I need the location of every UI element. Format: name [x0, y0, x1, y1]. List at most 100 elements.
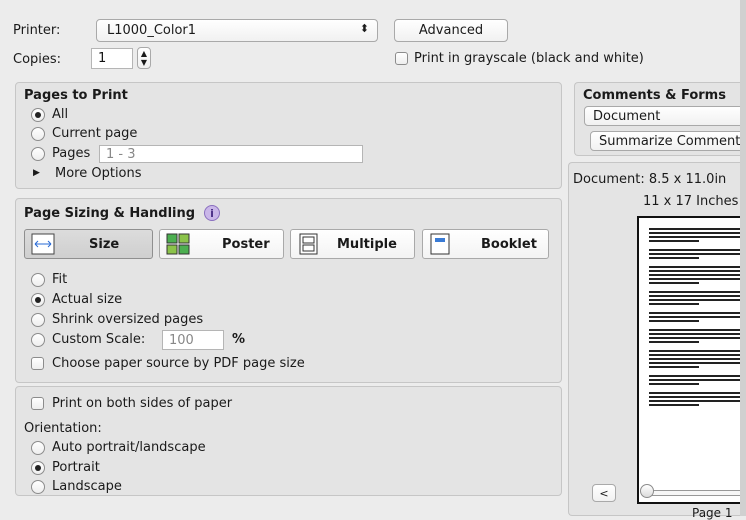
fit-radio[interactable]	[31, 273, 45, 287]
document-line	[649, 240, 699, 242]
pages-current-label: Current page	[52, 126, 138, 141]
document-line	[649, 358, 746, 360]
window-right-edge	[740, 0, 746, 516]
stepper-down-icon: ▼	[140, 58, 148, 67]
portrait-label: Portrait	[52, 460, 100, 475]
document-line	[649, 270, 746, 272]
grayscale-checkbox[interactable]	[395, 52, 408, 65]
document-line	[649, 316, 746, 318]
pages-all-label: All	[52, 107, 69, 122]
tab-poster-label: Poster	[222, 237, 270, 252]
pages-current-radio[interactable]	[31, 127, 45, 141]
auto-orientation-radio[interactable]	[31, 441, 45, 455]
document-line	[649, 295, 746, 297]
tab-booklet[interactable]: Booklet	[422, 229, 549, 259]
tab-booklet-label: Booklet	[481, 237, 537, 252]
comments-title: Comments & Forms	[583, 88, 726, 103]
paper-source-checkbox[interactable]	[31, 357, 44, 370]
copies-label: Copies:	[13, 52, 62, 67]
document-line	[649, 396, 746, 398]
custom-scale-label: Custom Scale:	[52, 332, 146, 347]
fit-label: Fit	[52, 272, 68, 287]
summarize-label: Summarize Comment	[599, 133, 741, 149]
custom-scale-input[interactable]: 100	[162, 330, 224, 350]
landscape-radio[interactable]	[31, 480, 45, 494]
previous-page-button[interactable]: <	[592, 484, 616, 502]
tab-poster[interactable]: Poster	[159, 229, 284, 259]
document-line	[649, 232, 746, 234]
pages-range-radio[interactable]	[31, 147, 45, 161]
multiple-pages-icon	[299, 233, 318, 255]
document-line	[649, 303, 699, 305]
paper-size-label: 11 x 17 Inches	[643, 194, 739, 209]
pages-title: Pages to Print	[24, 88, 128, 103]
document-line	[649, 337, 746, 339]
pages-range-input[interactable]: 1 - 3	[99, 145, 363, 163]
document-line	[649, 278, 746, 280]
document-line	[649, 291, 746, 293]
page-indicator: Page 1	[692, 506, 733, 520]
document-line	[649, 253, 746, 255]
landscape-label: Landscape	[52, 479, 122, 494]
tab-size-label: Size	[89, 237, 120, 252]
document-line	[649, 236, 746, 238]
copies-stepper[interactable]: ▲ ▼	[137, 47, 151, 69]
document-line	[649, 383, 699, 385]
document-line	[649, 333, 746, 335]
advanced-button[interactable]: Advanced	[394, 19, 508, 42]
disclosure-triangle-icon[interactable]: ▶	[33, 168, 40, 178]
actual-size-label: Actual size	[52, 292, 123, 307]
sizing-title: Page Sizing & Handling	[24, 206, 196, 221]
summarize-comments-button[interactable]: Summarize Comment	[590, 131, 746, 151]
booklet-icon	[430, 233, 450, 255]
document-line	[649, 341, 699, 343]
document-line	[649, 404, 699, 406]
tab-multiple[interactable]: Multiple	[290, 229, 415, 259]
more-options-label[interactable]: More Options	[55, 166, 142, 181]
document-line	[649, 375, 746, 377]
document-line	[649, 400, 746, 402]
document-size-label: Document: 8.5 x 11.0in	[573, 172, 727, 187]
pages-all-radio[interactable]	[31, 108, 45, 122]
document-line	[649, 329, 746, 331]
tab-size[interactable]: Size	[24, 229, 153, 259]
page-slider-track[interactable]	[644, 490, 746, 496]
document-line	[649, 354, 746, 356]
comments-value: Document	[593, 108, 661, 124]
portrait-radio[interactable]	[31, 461, 45, 475]
document-line	[649, 282, 699, 284]
tab-multiple-label: Multiple	[337, 237, 397, 252]
printer-value: L1000_Color1	[107, 23, 197, 38]
duplex-label: Print on both sides of paper	[52, 396, 233, 411]
document-line	[649, 266, 746, 268]
auto-orientation-label: Auto portrait/landscape	[52, 440, 206, 455]
document-line	[649, 350, 746, 352]
actual-size-radio[interactable]	[31, 293, 45, 307]
printer-select[interactable]: L1000_Color1 ⬍	[96, 19, 378, 42]
document-line	[649, 228, 746, 230]
page-slider-thumb[interactable]	[640, 484, 654, 498]
page-preview	[637, 216, 746, 504]
document-line	[649, 274, 746, 276]
chevron-updown-icon: ⬍	[359, 22, 369, 35]
orientation-title: Orientation:	[24, 421, 102, 436]
grayscale-label: Print in grayscale (black and white)	[414, 51, 644, 66]
document-line	[649, 312, 746, 314]
document-line	[649, 392, 746, 394]
copies-input[interactable]: 1	[91, 48, 133, 69]
poster-icon	[166, 233, 190, 255]
document-line	[649, 299, 746, 301]
shrink-radio[interactable]	[31, 313, 45, 327]
stepper-up-icon: ▲	[140, 49, 148, 58]
document-line	[649, 257, 699, 259]
info-icon[interactable]: i	[204, 205, 220, 221]
custom-scale-radio[interactable]	[31, 333, 45, 347]
duplex-checkbox[interactable]	[31, 397, 44, 410]
document-line	[649, 366, 699, 368]
pages-range-label: Pages	[52, 146, 91, 161]
comments-select[interactable]: Document	[584, 106, 746, 126]
paper-source-label: Choose paper source by PDF page size	[52, 356, 305, 371]
document-line	[649, 379, 746, 381]
document-line	[649, 249, 746, 251]
previous-label: <	[599, 486, 609, 500]
